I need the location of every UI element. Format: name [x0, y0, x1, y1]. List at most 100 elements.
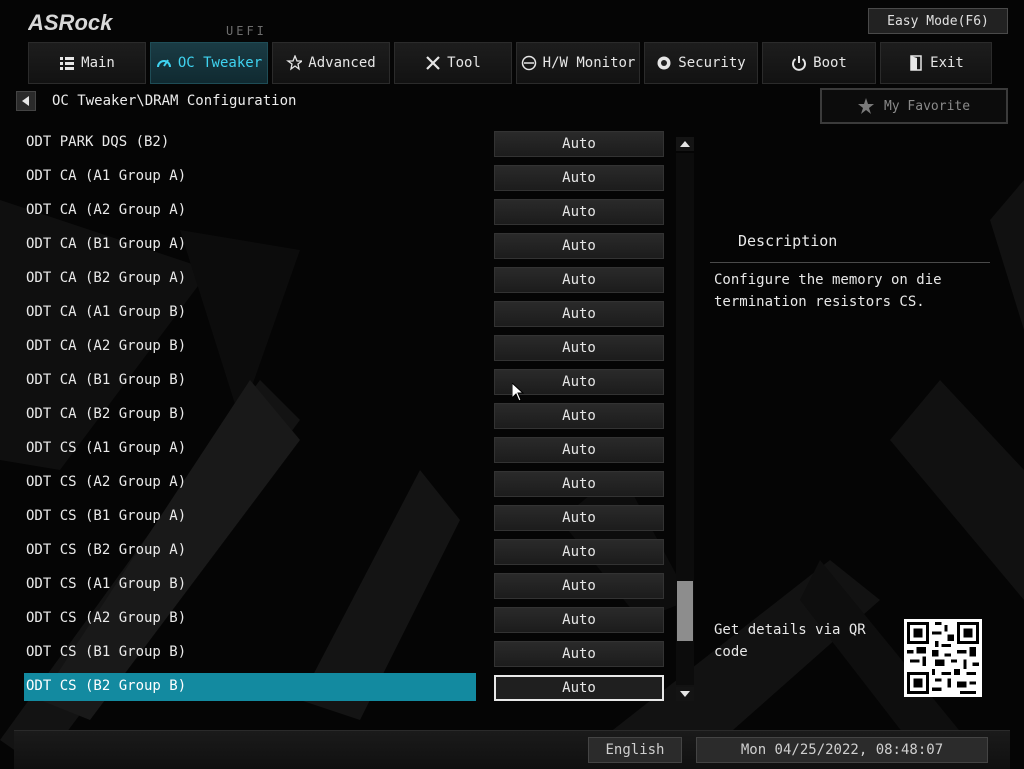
setting-value-button[interactable]: Auto	[494, 131, 664, 157]
svg-text:ASRock: ASRock	[28, 10, 114, 35]
setting-label: ODT CA (B2 Group B)	[26, 406, 187, 422]
arrow-down-icon	[680, 691, 690, 697]
tab-security-label: Security	[678, 55, 746, 71]
my-favorite-label: My Favorite	[883, 98, 971, 114]
tools-icon	[426, 56, 440, 70]
breadcrumb-path: OC Tweaker\DRAM Configuration	[52, 93, 297, 109]
setting-value-button[interactable]: Auto	[494, 335, 664, 361]
qr-code	[904, 619, 982, 697]
monitor-dial-icon	[521, 55, 536, 71]
tab-main-label: Main	[81, 55, 115, 71]
description-divider	[710, 262, 990, 263]
tab-tool[interactable]: Tool	[394, 42, 512, 84]
arrow-up-icon	[680, 141, 690, 147]
setting-row[interactable]: ODT CS (A1 Group B) Auto	[24, 569, 674, 603]
setting-row[interactable]: ODT CS (A1 Group A) Auto	[24, 433, 674, 467]
setting-row[interactable]: ODT CA (B2 Group A) Auto	[24, 263, 674, 297]
speed-icon	[156, 59, 171, 68]
setting-value-button[interactable]: Auto	[494, 641, 664, 667]
setting-label: ODT CA (A2 Group B)	[26, 338, 187, 354]
language-button[interactable]: English	[588, 737, 682, 763]
setting-value-button[interactable]: Auto	[494, 675, 664, 701]
setting-row[interactable]: ODT CA (B1 Group A) Auto	[24, 229, 674, 263]
setting-label: ODT CA (A2 Group A)	[26, 202, 187, 218]
settings-scrollbar[interactable]	[676, 137, 694, 703]
setting-label: ODT CA (A1 Group B)	[26, 304, 187, 320]
scroll-thumb[interactable]	[677, 581, 693, 641]
list-icon	[60, 57, 75, 70]
tab-exit-label: Exit	[930, 55, 964, 71]
setting-value-button[interactable]: Auto	[494, 165, 664, 191]
setting-row[interactable]: ODT CS (A2 Group A) Auto	[24, 467, 674, 501]
easy-mode-button[interactable]: Easy Mode(F6)	[868, 8, 1008, 34]
tab-boot[interactable]: Boot	[762, 42, 876, 84]
setting-label: ODT CS (A2 Group B)	[26, 610, 187, 626]
setting-row[interactable]: ODT CS (B1 Group B) Auto	[24, 637, 674, 671]
scroll-track[interactable]	[676, 153, 694, 685]
setting-value-button[interactable]: Auto	[494, 403, 664, 429]
setting-row-selected[interactable]: ODT CS (B2 Group B) Auto	[24, 671, 674, 705]
setting-row[interactable]: ODT CA (A1 Group B) Auto	[24, 297, 674, 331]
mouse-cursor-icon	[512, 383, 524, 402]
setting-label: ODT CS (A1 Group A)	[26, 440, 187, 456]
tab-advanced[interactable]: Advanced	[272, 42, 390, 84]
tab-hw-monitor[interactable]: H/W Monitor	[516, 42, 640, 84]
setting-row[interactable]: ODT CA (B2 Group B) Auto	[24, 399, 674, 433]
tab-oc-tweaker[interactable]: OC Tweaker	[150, 42, 268, 84]
setting-value-button[interactable]: Auto	[494, 471, 664, 497]
setting-value-button[interactable]: Auto	[494, 301, 664, 327]
scroll-up-button[interactable]	[676, 137, 694, 151]
tab-tool-label: Tool	[447, 55, 481, 71]
setting-row[interactable]: ODT CA (B1 Group B) Auto	[24, 365, 674, 399]
setting-value-button[interactable]: Auto	[494, 437, 664, 463]
setting-label: ODT CS (B1 Group A)	[26, 508, 187, 524]
setting-row[interactable]: ODT CA (A2 Group B) Auto	[24, 331, 674, 365]
setting-value-button[interactable]: Auto	[494, 267, 664, 293]
tab-main[interactable]: Main	[28, 42, 146, 84]
setting-row[interactable]: ODT CA (A1 Group A) Auto	[24, 161, 674, 195]
star-icon	[857, 98, 874, 114]
scroll-down-button[interactable]	[676, 687, 694, 701]
setting-label: ODT CA (B1 Group A)	[26, 236, 187, 252]
setting-row[interactable]: ODT PARK DQS (B2) Auto	[24, 127, 674, 161]
setting-row[interactable]: ODT CS (B2 Group A) Auto	[24, 535, 674, 569]
setting-row[interactable]: ODT CA (A2 Group A) Auto	[24, 195, 674, 229]
tab-security[interactable]: Security	[644, 42, 758, 84]
qr-caption: Get details via QR code	[714, 622, 866, 660]
setting-label: ODT CA (B1 Group B)	[26, 372, 187, 388]
setting-value-button[interactable]: Auto	[494, 505, 664, 531]
asrock-logo: ASRock	[28, 10, 114, 35]
setting-row[interactable]: ODT CS (B1 Group A) Auto	[24, 501, 674, 535]
setting-label: ODT CA (B2 Group A)	[26, 270, 187, 286]
setting-value-button[interactable]: Auto	[494, 573, 664, 599]
exit-door-icon	[910, 55, 922, 71]
setting-value-button[interactable]: Auto	[494, 233, 664, 259]
back-arrow-icon	[22, 96, 29, 106]
description-text: Configure the memory on die termination …	[714, 272, 942, 310]
back-button[interactable]	[16, 91, 36, 111]
description-title: Description	[738, 232, 838, 250]
setting-value-button[interactable]: Auto	[494, 199, 664, 225]
setting-label: ODT PARK DQS (B2)	[26, 134, 170, 150]
star-swoosh-icon	[286, 55, 303, 71]
tab-oc-tweaker-label: OC Tweaker	[177, 55, 263, 71]
setting-row[interactable]: ODT CS (A2 Group B) Auto	[24, 603, 674, 637]
tab-exit[interactable]: Exit	[880, 42, 992, 84]
my-favorite-button[interactable]: My Favorite	[820, 88, 1008, 124]
shield-icon	[657, 56, 671, 70]
tab-hw-monitor-label: H/W Monitor	[542, 55, 636, 71]
setting-value-button[interactable]: Auto	[494, 607, 664, 633]
setting-label: ODT CA (A1 Group A)	[26, 168, 187, 184]
setting-value-button[interactable]: Auto	[494, 539, 664, 565]
breadcrumb: OC Tweaker\DRAM Configuration	[16, 90, 296, 112]
power-icon	[792, 56, 807, 71]
tab-advanced-label: Advanced	[308, 55, 376, 71]
datetime-display: Mon 04/25/2022, 08:48:07	[696, 737, 988, 763]
uefi-label: UEFI	[226, 24, 267, 38]
tab-boot-label: Boot	[813, 55, 847, 71]
setting-label: ODT CS (A2 Group A)	[26, 474, 187, 490]
setting-label: ODT CS (A1 Group B)	[26, 576, 187, 592]
settings-list: ODT PARK DQS (B2) Auto ODT CA (A1 Group A…	[24, 127, 674, 705]
setting-label: ODT CS (B1 Group B)	[26, 644, 187, 660]
main-nav: Main OC Tweaker Advanced Tool H/W Monito…	[28, 42, 1010, 84]
